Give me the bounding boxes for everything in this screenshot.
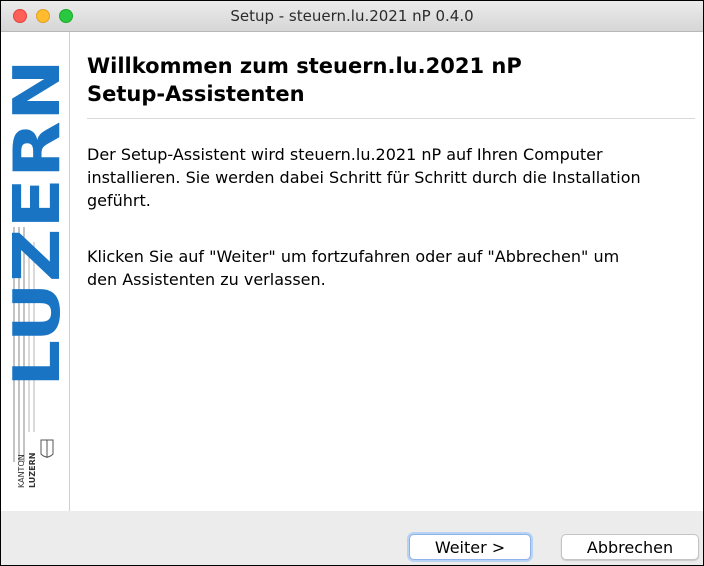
button-bar: Weiter > Abbrechen (1, 511, 703, 565)
next-button[interactable]: Weiter > (409, 534, 531, 560)
kanton-luzern-logo: LUZERN KANTON LUZERN (1, 59, 75, 488)
title-separator (87, 118, 695, 119)
page-title: Willkommen zum steuern.lu.2021 nP Setup-… (87, 52, 697, 108)
page-title-line1: Willkommen zum steuern.lu.2021 nP (87, 54, 522, 78)
logo-small-kanton: KANTON (17, 454, 26, 488)
window-title: Setup - steuern.lu.2021 nP 0.4.0 (230, 7, 474, 25)
intro-line1: Der Setup-Assistent wird steuern.lu.2021… (87, 145, 603, 164)
intro-paragraph: Der Setup-Assistent wird steuern.lu.2021… (87, 143, 703, 212)
sidebar-banner: LUZERN KANTON LUZERN (1, 32, 75, 511)
setup-window: Setup - steuern.lu.2021 nP 0.4.0 LUZERN … (0, 0, 704, 566)
logo-wordmark: LUZERN (1, 59, 69, 387)
intro-line3: geführt. (87, 191, 151, 210)
instruction-line1: Klicken Sie auf "Weiter" um fortzufahren… (87, 247, 620, 266)
intro-line2: installieren. Sie werden dabei Schritt f… (87, 168, 641, 187)
instruction-paragraph: Klicken Sie auf "Weiter" um fortzufahren… (87, 245, 703, 291)
instruction-line2: den Assistenten zu verlassen. (87, 270, 326, 289)
content-pane: Willkommen zum steuern.lu.2021 nP Setup-… (70, 32, 703, 511)
page-title-line2: Setup-Assistenten (87, 82, 305, 106)
cancel-button[interactable]: Abbrechen (561, 534, 699, 560)
title-bar[interactable]: Setup - steuern.lu.2021 nP 0.4.0 (1, 1, 703, 32)
logo-small-luzern: LUZERN (28, 453, 37, 488)
